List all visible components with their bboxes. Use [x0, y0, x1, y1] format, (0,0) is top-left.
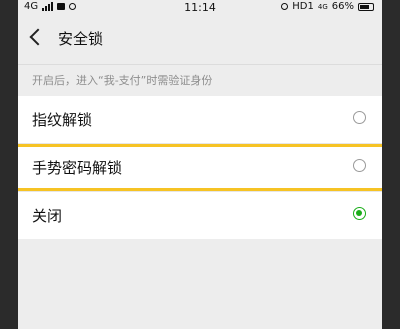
option-label: 手势密码解锁 [32, 159, 123, 177]
back-arrow-icon[interactable] [29, 28, 47, 46]
alarm-icon [281, 3, 289, 10]
options-list: 指纹解锁 手势密码解锁 关闭 [18, 96, 382, 239]
network-small: 4G [317, 2, 328, 11]
battery-percent: 66% [331, 1, 354, 12]
hint-text: 开启后，进入“我-支付”时需验证身份 [32, 74, 213, 87]
battery-icon [358, 2, 374, 11]
radio-checked-icon[interactable] [353, 207, 366, 220]
option-gesture-password[interactable]: 手势密码解锁 [18, 143, 382, 191]
option-off[interactable]: 关闭 [18, 191, 382, 239]
page-title: 安全锁 [58, 30, 104, 48]
option-label: 指纹解锁 [32, 111, 93, 129]
radio-unchecked-icon[interactable] [353, 159, 366, 172]
phone-screen: 4G 11:14 HD1 4G 66% 安全锁 开启后，进入“我-支付”时需验证… [18, 0, 382, 329]
radio-unchecked-icon[interactable] [353, 111, 366, 124]
status-right: HD1 4G 66% [281, 1, 374, 12]
hd-label: HD1 [292, 1, 314, 12]
divider [18, 64, 382, 65]
header: 安全锁 [18, 18, 382, 58]
option-fingerprint[interactable]: 指纹解锁 [18, 96, 382, 143]
status-bar: 4G 11:14 HD1 4G 66% [18, 0, 382, 16]
option-label: 关闭 [32, 207, 63, 225]
